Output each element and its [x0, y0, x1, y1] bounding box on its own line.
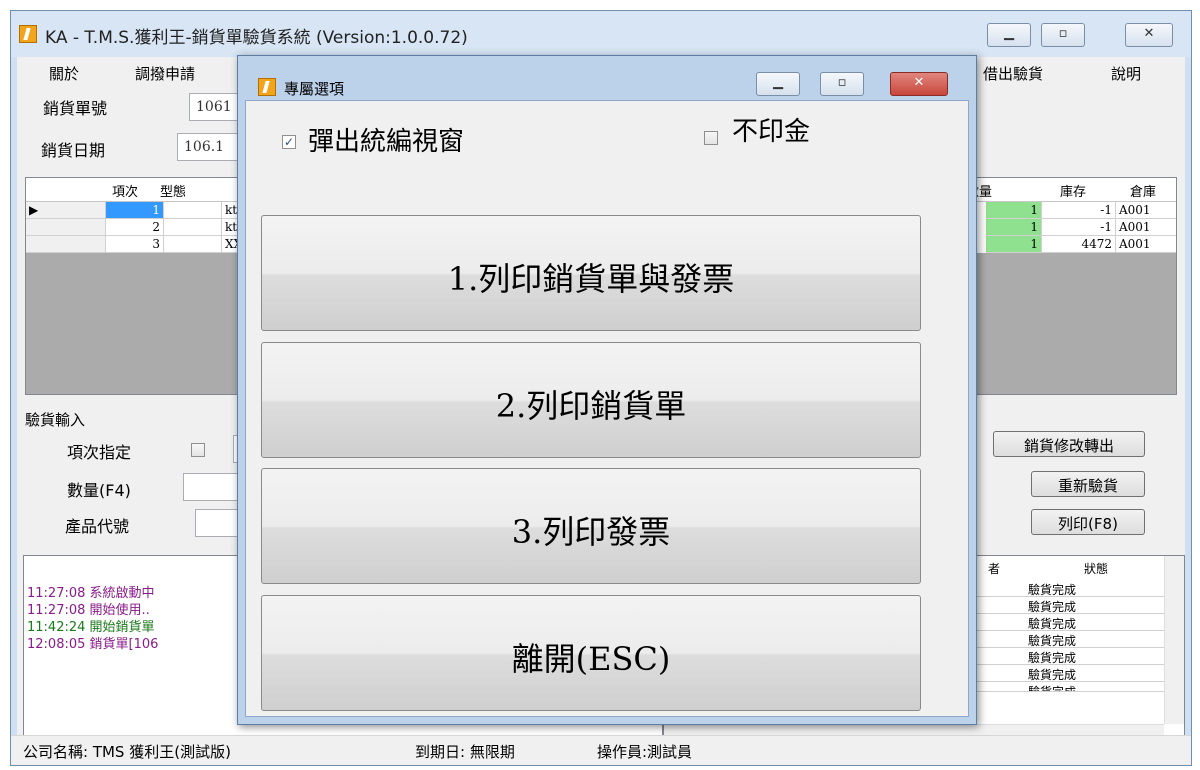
hist-status: 驗貨完成 [1028, 634, 1077, 648]
maximize-icon: ▫ [1058, 26, 1068, 41]
print-invoice-button[interactable]: 3.列印發票 [261, 468, 921, 584]
options-dialog: 專屬選項 ▁ ▫ ✕ ✓ 彈出統編視窗 不印金 1.列印銷貨單與發票 2.列印銷… [237, 55, 977, 725]
main-window-title: KA - T.M.S.獲利王-銷貨單驗貨系統 (Version:1.0.0.72… [45, 28, 468, 48]
col-type: 型態 [160, 185, 187, 200]
company-name: 公司名稱: TMS 獲利王(測試版) [23, 743, 231, 761]
item-assign-label: 項次指定 [67, 443, 132, 462]
exit-button[interactable]: 離開(ESC) [261, 595, 921, 711]
cell-qty: 1 [986, 236, 1042, 253]
maximize-button[interactable]: ▫ [1041, 23, 1085, 47]
row-selector [26, 236, 106, 253]
button-label: 1.列印銷貨單與發票 [447, 260, 735, 298]
hist-col-status: 狀態 [1084, 562, 1109, 576]
col-stock: 庫存 [1060, 185, 1087, 200]
dialog-title: 專屬選項 [284, 80, 345, 98]
qty-input[interactable] [183, 473, 245, 501]
main-title-bar: KA - T.M.S.獲利王-銷貨單驗貨系統 (Version:1.0.0.72… [11, 11, 1191, 57]
minimize-button[interactable]: ▁ [987, 23, 1031, 47]
sales-date-label: 銷貨日期 [41, 141, 106, 160]
cell-stock: 4472 [1042, 236, 1116, 253]
product-code-label: 產品代號 [65, 517, 130, 536]
item-assign-checkbox[interactable] [191, 443, 205, 457]
operator-name: 操作員:測試員 [597, 743, 693, 761]
cell-type [164, 219, 222, 236]
qty-label: 數量(F4) [67, 481, 131, 500]
button-label: 2.列印銷貨單 [495, 387, 687, 425]
menu-about[interactable]: 關於 [49, 63, 79, 84]
maximize-icon: ▫ [837, 75, 847, 90]
hist-status: 驗貨完成 [1028, 583, 1077, 597]
status-bar: 公司名稱: TMS 獲利王(測試版) 到期日: 無限期 操作員:測試員 [11, 735, 1191, 765]
app-logo-icon [258, 78, 276, 96]
close-button[interactable]: ✕ [1125, 23, 1173, 47]
print-sales-button[interactable]: 2.列印銷貨單 [261, 342, 921, 458]
dialog-title-bar: 專屬選項 ▁ ▫ ✕ [238, 56, 976, 100]
cell-stock: -1 [1042, 219, 1116, 236]
row-selector: ▶ [26, 202, 106, 219]
hist-status: 驗貨完成 [1028, 651, 1077, 665]
hist-col-user: 者 [988, 562, 1001, 576]
close-icon: ✕ [1143, 26, 1155, 41]
close-icon: ✕ [913, 75, 925, 90]
cell-type [164, 236, 222, 253]
sales-modify-export-button[interactable]: 銷貨修改轉出 [993, 431, 1145, 457]
cell-qty: 1 [986, 202, 1042, 219]
menu-lend-check[interactable]: 借出驗貨 [983, 63, 1043, 84]
cell-warehouse: A001 [1116, 202, 1176, 219]
no-print-amount-checkbox[interactable] [704, 131, 718, 145]
cell-item: 3 [106, 236, 164, 253]
cell-warehouse: A001 [1116, 236, 1176, 253]
row-selector [26, 219, 106, 236]
dialog-minimize-button[interactable]: ▁ [756, 72, 800, 96]
expiry-date: 到期日: 無限期 [415, 743, 515, 761]
col-item: 項次 [112, 185, 139, 200]
dialog-content: ✓ 彈出統編視窗 不印金 1.列印銷貨單與發票 2.列印銷貨單 3.列印發票 離… [245, 100, 969, 717]
minimize-icon: ▁ [1004, 26, 1014, 41]
dialog-maximize-button[interactable]: ▫ [820, 72, 864, 96]
cell-warehouse: A001 [1116, 219, 1176, 236]
popup-vat-checkbox[interactable]: ✓ [282, 135, 296, 149]
menu-transfer-request[interactable]: 調撥申請 [135, 63, 195, 84]
hist-status: 驗貨完成 [1028, 600, 1077, 614]
no-print-amount-label: 不印金 [732, 117, 811, 147]
cell-type [164, 202, 222, 219]
button-label: 3.列印發票 [511, 513, 671, 551]
hist-status: 驗貨完成 [1028, 685, 1077, 692]
recheck-button[interactable]: 重新驗貨 [1031, 471, 1145, 497]
hist-status: 驗貨完成 [1028, 668, 1077, 682]
cell-item: 2 [106, 219, 164, 236]
app-logo-icon [19, 25, 37, 43]
cell-stock: -1 [1042, 202, 1116, 219]
hist-status: 驗貨完成 [1028, 617, 1077, 631]
sales-no-label: 銷貨單號 [43, 99, 108, 118]
history-vertical-scrollbar[interactable] [1164, 556, 1184, 724]
print-button[interactable]: 列印(F8) [1031, 509, 1145, 535]
minimize-icon: ▁ [773, 75, 783, 90]
menu-help[interactable]: 說明 [1111, 63, 1141, 84]
cell-item: 1 [106, 202, 164, 219]
button-label: 離開(ESC) [511, 640, 671, 678]
dialog-close-button[interactable]: ✕ [890, 72, 948, 96]
cell-qty: 1 [986, 219, 1042, 236]
popup-vat-label: 彈出統編視窗 [308, 127, 465, 157]
col-warehouse: 倉庫 [1130, 185, 1157, 200]
print-sales-and-invoice-button[interactable]: 1.列印銷貨單與發票 [261, 215, 921, 331]
group-title: 驗貨輸入 [25, 411, 86, 429]
